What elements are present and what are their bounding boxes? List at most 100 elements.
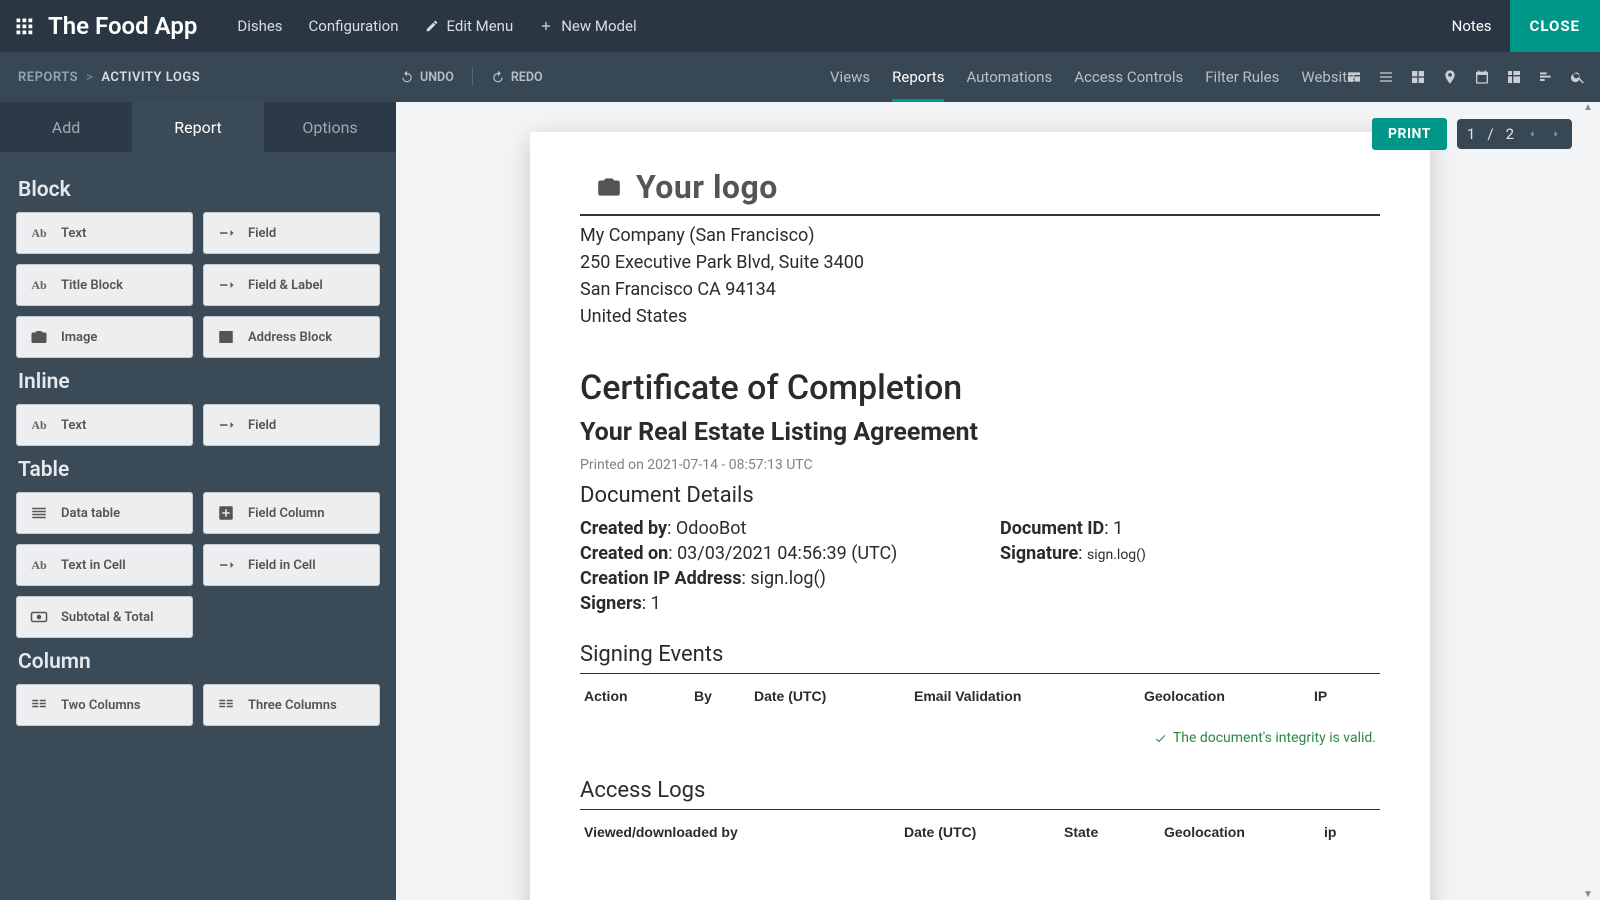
document-details-heading: Document Details	[580, 483, 1380, 508]
columns-icon	[25, 691, 53, 719]
menu-edit-menu-label: Edit Menu	[447, 17, 514, 35]
text-icon: Ab	[25, 219, 53, 247]
redo-icon	[491, 70, 505, 84]
company-name: My Company (San Francisco)	[580, 222, 1380, 249]
columns-icon	[212, 691, 240, 719]
access-logs-heading: Access Logs	[580, 778, 1380, 803]
redo-button[interactable]: REDO	[491, 70, 543, 85]
signing-events-table: Action By Date (UTC) Email Validation Ge…	[580, 682, 1380, 714]
sidebar-tab-add[interactable]: Add	[0, 102, 132, 152]
group-title-inline: Inline	[18, 370, 380, 394]
column-two-columns[interactable]: Two Columns	[16, 684, 193, 726]
report-page[interactable]: Your logo My Company (San Francisco) 250…	[530, 132, 1430, 900]
notes-link[interactable]: Notes	[1434, 17, 1510, 35]
redo-label: REDO	[511, 70, 543, 85]
kanban-view-icon[interactable]	[1410, 69, 1426, 85]
breadcrumb-current: ACTIVITY LOGS	[101, 70, 200, 85]
page-total: 2	[1506, 125, 1514, 143]
plus-icon	[539, 19, 553, 33]
page-pager: 1 / 2	[1457, 119, 1572, 149]
logo-placeholder: Your logo	[636, 168, 778, 206]
sidebar: Add Report Options Block AbText Field Ab…	[0, 102, 396, 900]
text-icon: Ab	[25, 551, 53, 579]
inline-field[interactable]: Field	[203, 404, 380, 446]
inline-text[interactable]: AbText	[16, 404, 193, 446]
table-field-in-cell[interactable]: Field in Cell	[203, 544, 380, 586]
menu-dishes[interactable]: Dishes	[237, 17, 282, 35]
gantt-view-icon[interactable]	[1538, 69, 1554, 85]
column-three-columns[interactable]: Three Columns	[203, 684, 380, 726]
table-text-in-cell[interactable]: AbText in Cell	[16, 544, 193, 586]
menu-new-model-label: New Model	[561, 17, 636, 35]
table-data-table[interactable]: Data table	[16, 492, 193, 534]
camera-icon	[25, 323, 53, 351]
company-country: United States	[580, 303, 1380, 330]
address-icon	[212, 323, 240, 351]
sidebar-tab-report[interactable]: Report	[132, 102, 264, 152]
company-address: My Company (San Francisco) 250 Executive…	[580, 222, 1380, 330]
sidebar-tab-options[interactable]: Options	[264, 102, 396, 152]
integrity-status: The document's integrity is valid.	[580, 714, 1380, 750]
block-image[interactable]: Image	[16, 316, 193, 358]
top-nav: The Food App Dishes Configuration Edit M…	[0, 0, 1600, 52]
tab-reports[interactable]: Reports	[892, 52, 944, 102]
prev-page-icon[interactable]	[1526, 128, 1538, 140]
close-button[interactable]: CLOSE	[1510, 0, 1600, 52]
access-logs-table: Viewed/downloaded by Date (UTC) State Ge…	[580, 818, 1380, 850]
table-field-column[interactable]: Field Column	[203, 492, 380, 534]
text-icon: Ab	[25, 271, 53, 299]
undo-label: UNDO	[420, 70, 454, 85]
tab-filter-rules[interactable]: Filter Rules	[1205, 52, 1279, 102]
block-text[interactable]: AbText	[16, 212, 193, 254]
next-page-icon[interactable]	[1550, 128, 1562, 140]
menu-edit-menu[interactable]: Edit Menu	[425, 17, 514, 35]
card-view-icon[interactable]	[1346, 69, 1362, 85]
print-button[interactable]: PRINT	[1372, 118, 1447, 150]
block-title-block[interactable]: AbTitle Block	[16, 264, 193, 306]
subnav-tabs: Views Reports Automations Access Control…	[830, 52, 1355, 102]
sub-nav: REPORTS > ACTIVITY LOGS UNDO REDO Views …	[0, 52, 1600, 102]
tab-views[interactable]: Views	[830, 52, 870, 102]
camera-icon	[596, 174, 622, 200]
block-field-label[interactable]: Field & Label	[203, 264, 380, 306]
block-field[interactable]: Field	[203, 212, 380, 254]
scrollbar[interactable]	[1582, 102, 1594, 900]
table-icon	[25, 499, 53, 527]
check-icon	[1154, 732, 1167, 745]
undo-icon	[400, 70, 414, 84]
grid-view-icon[interactable]	[1506, 69, 1522, 85]
add-column-icon	[212, 499, 240, 527]
group-title-table: Table	[18, 458, 380, 482]
view-switcher	[1346, 69, 1586, 85]
field-icon	[212, 411, 240, 439]
report-canvas: PRINT 1 / 2 Your logo My Company (San Fr…	[396, 102, 1600, 900]
table-subtotal-total[interactable]: Subtotal & Total	[16, 596, 193, 638]
group-title-column: Column	[18, 650, 380, 674]
field-icon	[212, 219, 240, 247]
signing-events-heading: Signing Events	[580, 642, 1380, 667]
company-city: San Francisco CA 94134	[580, 276, 1380, 303]
tab-access-controls[interactable]: Access Controls	[1074, 52, 1183, 102]
pencil-icon	[425, 19, 439, 33]
certificate-subtitle: Your Real Estate Listing Agreement	[580, 418, 1380, 447]
printed-on: Printed on 2021-07-14 - 08:57:13 UTC	[580, 457, 1380, 473]
apps-launcher-icon[interactable]	[0, 17, 48, 35]
page-current: 1	[1467, 125, 1475, 143]
map-view-icon[interactable]	[1442, 69, 1458, 85]
breadcrumb-root[interactable]: REPORTS	[18, 70, 78, 85]
search-icon[interactable]	[1570, 69, 1586, 85]
money-icon	[25, 603, 53, 631]
field-icon	[212, 551, 240, 579]
tab-automations[interactable]: Automations	[966, 52, 1052, 102]
menu-configuration[interactable]: Configuration	[309, 17, 399, 35]
group-title-block: Block	[18, 178, 380, 202]
app-brand: The Food App	[48, 12, 197, 40]
menu-new-model[interactable]: New Model	[539, 17, 636, 35]
breadcrumb: REPORTS > ACTIVITY LOGS	[18, 70, 200, 85]
undo-button[interactable]: UNDO	[400, 70, 454, 85]
field-icon	[212, 271, 240, 299]
list-view-icon[interactable]	[1378, 69, 1394, 85]
document-details: Created by: OdooBot Document ID: 1 Creat…	[580, 518, 1380, 614]
block-address-block[interactable]: Address Block	[203, 316, 380, 358]
calendar-view-icon[interactable]	[1474, 69, 1490, 85]
